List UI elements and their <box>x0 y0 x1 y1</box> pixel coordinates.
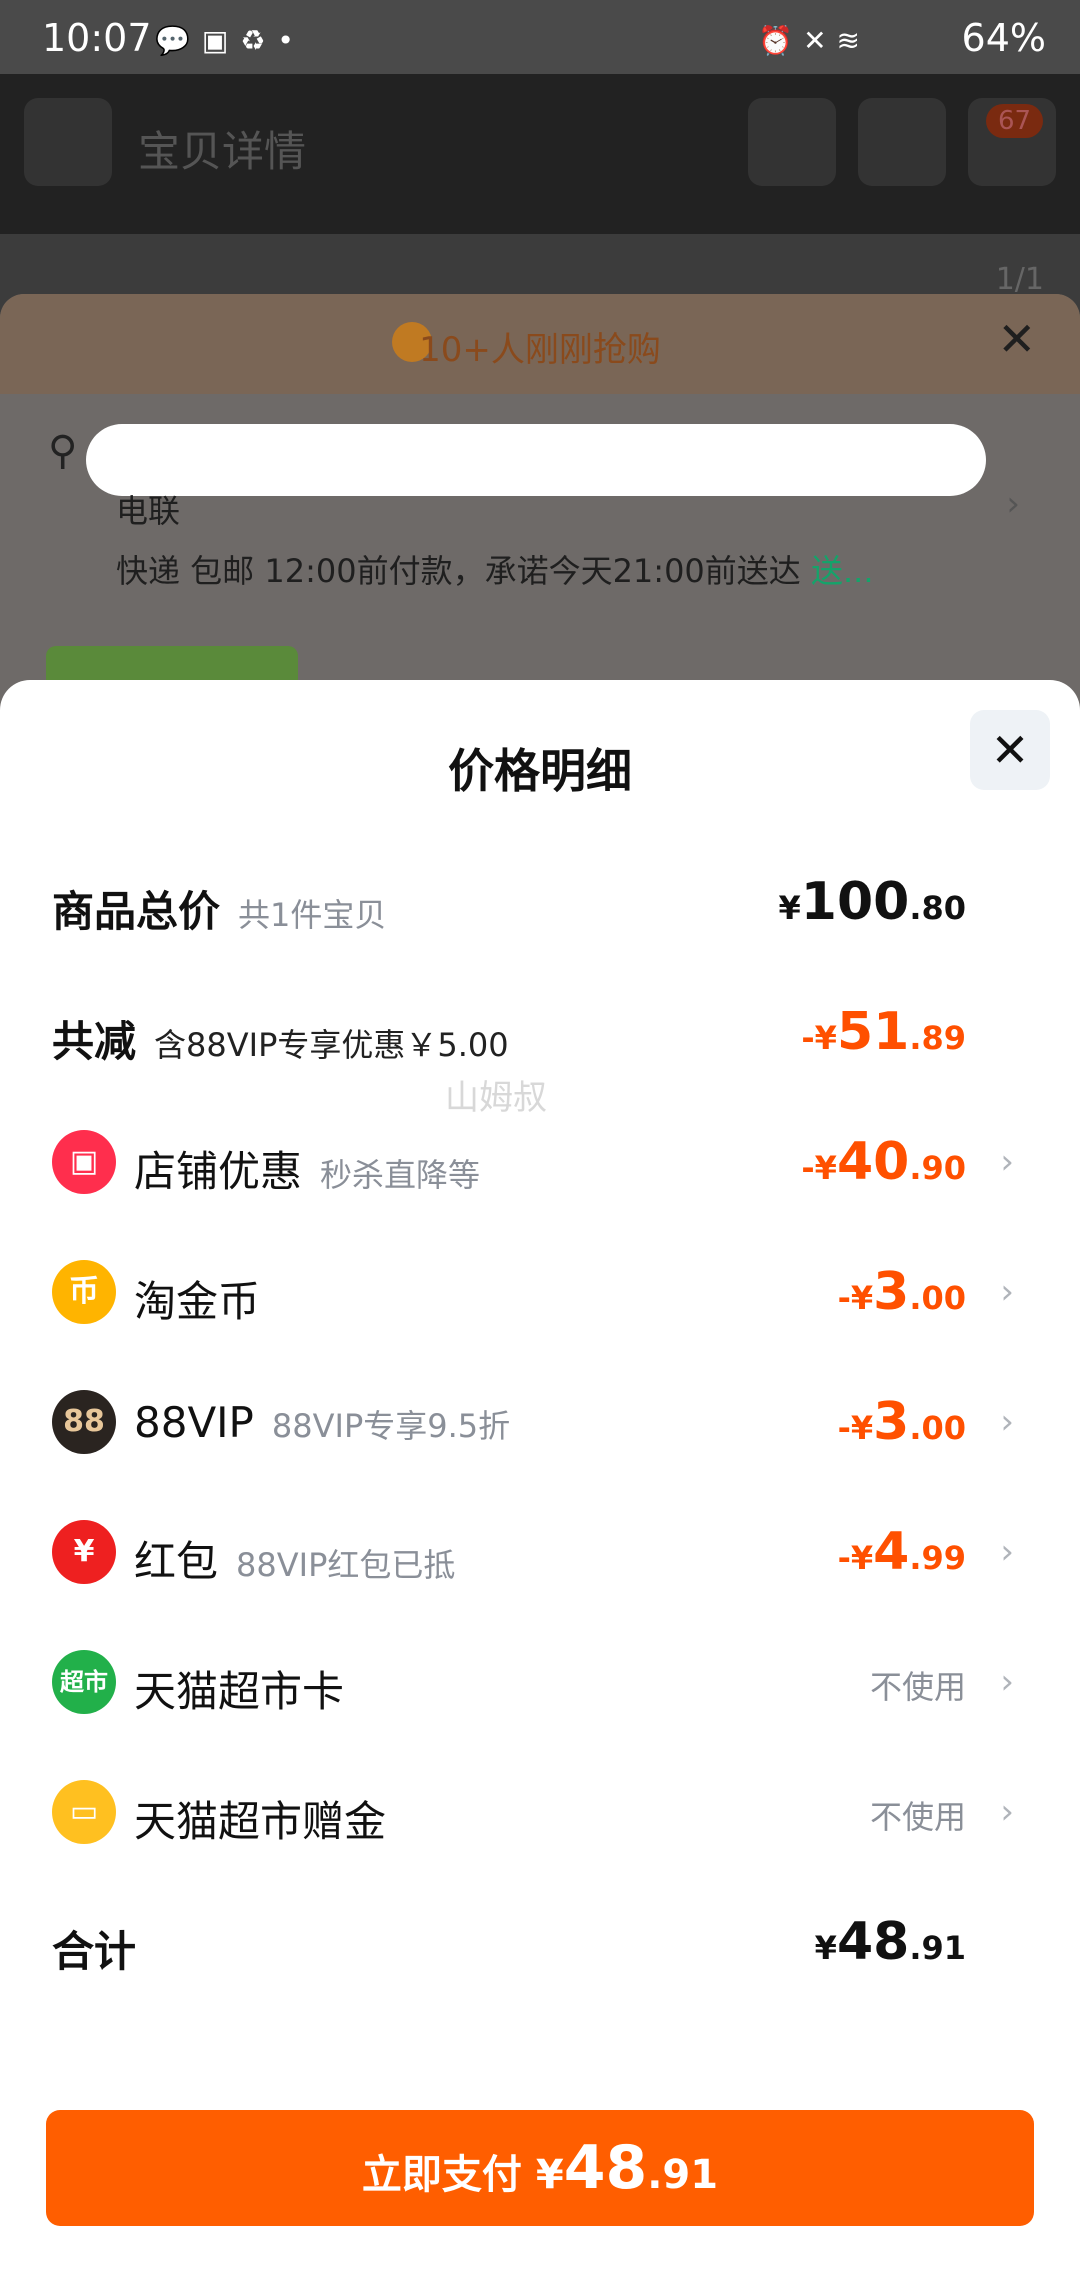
pay-label: 立即支付 <box>361 2152 522 2198</box>
delivery-text: 快递 包邮 12:00前付款，承诺今天21:00前送达 <box>116 552 801 590</box>
row-amount: -¥40.90 <box>801 1132 966 1192</box>
delivery-link[interactable]: 送... <box>811 552 874 590</box>
cart-badge: 67 <box>986 104 1044 138</box>
status-time: 10:07 <box>42 16 152 60</box>
row-label: 淘金币 <box>134 1277 261 1326</box>
row-label: 共减 <box>52 1017 137 1066</box>
chevron-right-icon: › <box>1000 1532 1014 1572</box>
chevron-right-icon: › <box>1000 1142 1014 1182</box>
close-icon: ✕ <box>990 723 1030 777</box>
row-sub: 含88VIP专享优惠￥5.00 <box>154 1026 509 1064</box>
row-total-price: 商品总价 共1件宝贝 ¥100.80 <box>52 860 1032 950</box>
close-icon[interactable]: ✕ <box>997 312 1036 366</box>
row-tmall-card[interactable]: 超市 天猫超市卡 不使用 › <box>52 1640 1032 1730</box>
row-label: 店铺优惠 <box>134 1147 303 1196</box>
delivery-info: 快递 包邮 12:00前付款，承诺今天21:00前送达 送... <box>116 546 874 592</box>
chevron-right-icon: › <box>1000 1662 1014 1702</box>
back-icon <box>24 98 112 186</box>
battery-percent: 64% <box>961 16 1046 60</box>
chevron-right-icon: › <box>1000 1792 1014 1832</box>
row-store-discount[interactable]: ▣ 店铺优惠 秒杀直降等 -¥40.90 › <box>52 1120 1032 1210</box>
chevron-right-icon: › <box>1000 1272 1014 1312</box>
row-status: 不使用 <box>869 1798 966 1836</box>
red-packet-icon: ¥ <box>52 1520 116 1584</box>
cart-icon <box>858 98 946 186</box>
row-status: 不使用 <box>869 1668 966 1706</box>
sheet-title: 价格明细 <box>448 744 632 798</box>
system-icons: ⏰✕≋ <box>758 24 870 57</box>
row-sum: 合计 ¥48.91 <box>52 1900 1032 1990</box>
row-total-discount: 共减 含88VIP专享优惠￥5.00 -¥51.89 <box>52 990 1032 1080</box>
store-icon: ▣ <box>52 1130 116 1194</box>
row-sub: 88VIP专享9.5折 <box>271 1407 511 1445</box>
row-label: 天猫超市赠金 <box>134 1797 387 1846</box>
row-red-packet[interactable]: ¥ 红包 88VIP红包已抵 -¥4.99 › <box>52 1510 1032 1600</box>
row-sub: 秒杀直降等 <box>320 1156 481 1194</box>
share-icon <box>748 98 836 186</box>
row-amount: -¥3.00 <box>837 1392 966 1452</box>
recent-buyers-text: 10+人刚刚抢购 <box>419 330 661 370</box>
row-label: 红包 <box>134 1537 219 1586</box>
background-title: 宝贝详情 <box>138 127 307 176</box>
row-tmall-gift[interactable]: ▭ 天猫超市赠金 不使用 › <box>52 1770 1032 1860</box>
row-label: 天猫超市卡 <box>134 1667 345 1716</box>
row-label: 88VIP <box>134 1398 254 1447</box>
pay-now-button[interactable]: 立即支付 ¥48.91 <box>46 2110 1034 2226</box>
vip-icon: 88 <box>52 1390 116 1454</box>
row-sub: 共1件宝贝 <box>238 896 387 934</box>
row-amount: -¥51.89 <box>801 1002 966 1062</box>
row-amount: -¥4.99 <box>837 1522 966 1582</box>
gift-icon: ▭ <box>52 1780 116 1844</box>
image-counter: 1/1 <box>995 262 1044 297</box>
address-line[interactable]: 电联 <box>116 486 180 532</box>
row-sub: 88VIP红包已抵 <box>236 1546 456 1584</box>
row-amount: ¥48.91 <box>814 1912 966 1972</box>
status-bar: 10:07 💬▣♻• ⏰✕≋ 64% <box>0 0 1080 74</box>
chevron-right-icon: › <box>1000 1402 1014 1442</box>
row-taojinbi[interactable]: 币 淘金币 -¥3.00 › <box>52 1250 1032 1340</box>
row-label: 合计 <box>52 1927 137 1976</box>
row-amount: -¥3.00 <box>837 1262 966 1322</box>
tmall-card-icon: 超市 <box>52 1650 116 1714</box>
close-button[interactable]: ✕ <box>970 710 1050 790</box>
address-redacted <box>86 424 986 496</box>
coin-icon: 币 <box>52 1260 116 1324</box>
row-amount: ¥100.80 <box>778 872 967 932</box>
row-label: 商品总价 <box>52 887 221 936</box>
location-pin-icon: ⚲ <box>48 428 78 474</box>
notification-icons: 💬▣♻• <box>155 24 306 57</box>
watermark: 山姆叔 <box>445 1078 547 1118</box>
row-88vip[interactable]: 88 88VIP 88VIP专享9.5折 -¥3.00 › <box>52 1380 1032 1470</box>
chevron-right-icon[interactable]: › <box>1006 484 1020 524</box>
